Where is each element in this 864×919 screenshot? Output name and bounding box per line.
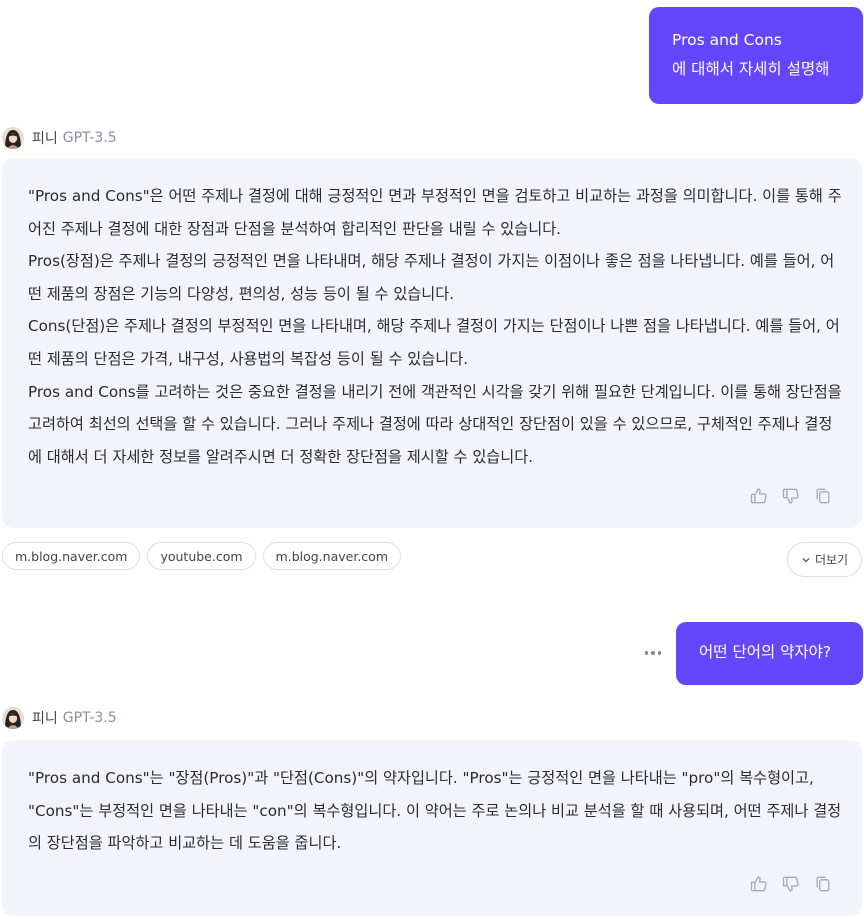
user-message-line: 에 대해서 자세히 설명해 [672, 60, 830, 78]
answer-paragraph: "Pros and Cons"는 "장점(Pros)"과 "단점(Cons)"의… [28, 769, 842, 853]
user-message-bubble: 어떤 단어의 약자야? [676, 622, 863, 685]
answer-paragraph: Cons(단점)은 주제나 결정의 부정적인 면을 나타내며, 해당 주제나 결… [28, 317, 840, 368]
copy-icon [816, 876, 830, 892]
more-sources-button[interactable]: 더보기 [787, 542, 862, 577]
chevron-down-icon [802, 557, 810, 562]
answer-actions [748, 873, 834, 895]
avatar [2, 127, 24, 149]
bot-answer-card: "Pros and Cons"는 "장점(Pros)"과 "단점(Cons)"의… [2, 740, 862, 916]
thumbs-up-icon [750, 876, 767, 892]
copy-icon [816, 488, 830, 504]
copy-button[interactable] [812, 485, 834, 507]
ellipsis-icon[interactable] [642, 642, 664, 664]
user-message-line: 어떤 단어의 약자야? [699, 643, 832, 661]
answer-paragraph: Pros(장점)은 주제나 결정의 긍정적인 면을 나타내며, 해당 주제나 결… [28, 252, 835, 303]
bot-answer-card: "Pros and Cons"은 어떤 주제나 결정에 대해 긍정적인 면과 부… [2, 158, 862, 528]
bot-name: 피니 [32, 131, 58, 147]
source-chip[interactable]: m.blog.naver.com [2, 542, 141, 570]
source-chip[interactable]: m.blog.naver.com [262, 542, 401, 570]
source-chip[interactable]: youtube.com [147, 542, 256, 570]
user-message-line: Pros and Cons [672, 31, 782, 49]
dislike-button[interactable] [780, 873, 802, 895]
copy-button[interactable] [812, 873, 834, 895]
avatar [2, 707, 24, 729]
model-label: GPT-3.5 [62, 710, 117, 726]
thumbs-down-icon [782, 488, 799, 504]
thumbs-up-icon [750, 488, 767, 504]
like-button[interactable] [748, 873, 770, 895]
user-message-bubble: Pros and Cons 에 대해서 자세히 설명해 [649, 7, 863, 104]
more-label: 더보기 [814, 553, 849, 567]
answer-paragraph: "Pros and Cons"은 어떤 주제나 결정에 대해 긍정적인 면과 부… [28, 187, 842, 238]
bot-header: 피니 GPT-3.5 [2, 126, 117, 150]
answer-actions [748, 485, 834, 507]
bot-name: 피니 [32, 711, 58, 727]
source-links: m.blog.naver.com youtube.com m.blog.nave… [2, 542, 401, 570]
model-label: GPT-3.5 [62, 130, 117, 146]
like-button[interactable] [748, 485, 770, 507]
answer-paragraph: Pros and Cons를 고려하는 것은 중요한 결정을 내리기 전에 객관… [28, 382, 842, 466]
thumbs-down-icon [782, 876, 799, 892]
dislike-button[interactable] [780, 485, 802, 507]
bot-header: 피니 GPT-3.5 [2, 706, 117, 730]
